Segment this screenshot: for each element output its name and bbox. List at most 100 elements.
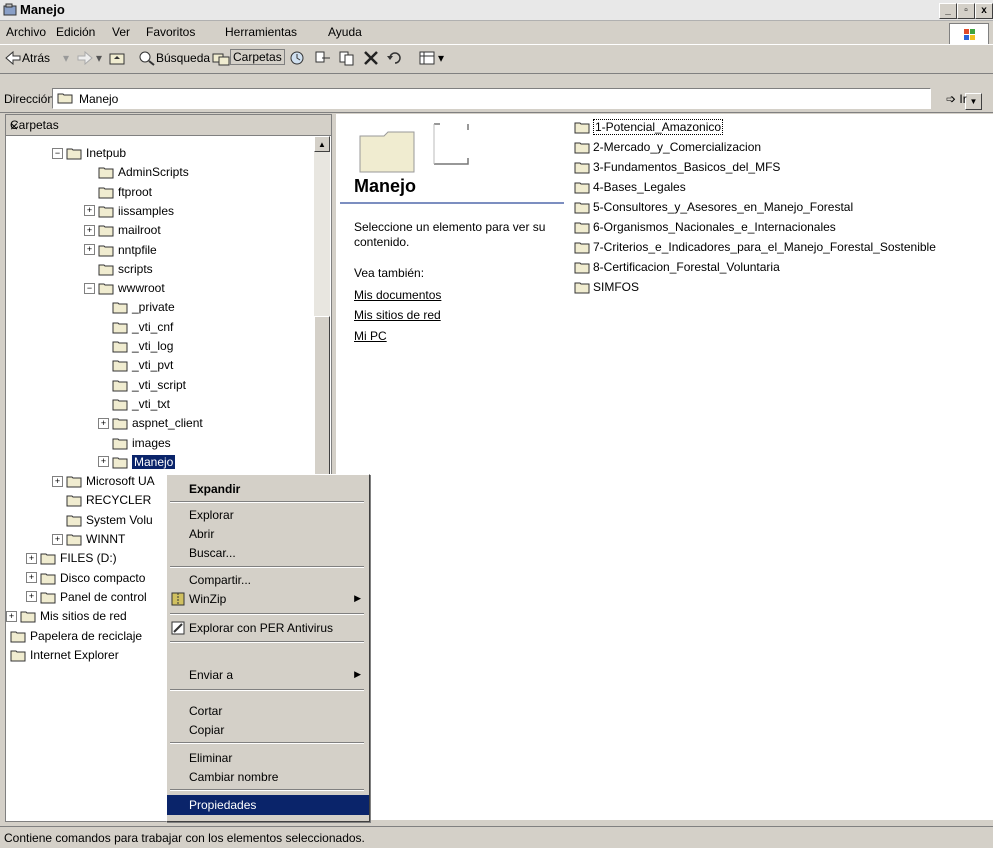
maximize-button[interactable]: ▫ bbox=[957, 3, 975, 19]
expand-toggle-icon[interactable]: + bbox=[98, 417, 109, 429]
tree-item[interactable]: + FILES (D:) bbox=[26, 548, 117, 568]
menu-item-expandir[interactable]: Expandir bbox=[167, 479, 369, 499]
tree-item[interactable]: Internet Explorer bbox=[10, 645, 119, 665]
tree-item[interactable]: RECYCLER bbox=[66, 490, 151, 510]
tree-item[interactable]: + iissamples bbox=[84, 201, 174, 221]
tree-item[interactable]: + Manejo bbox=[98, 452, 176, 472]
tree-item[interactable]: + Disco compacto bbox=[26, 568, 145, 588]
address-input[interactable]: Manejo ▼ bbox=[52, 88, 982, 110]
expand-toggle-icon[interactable]: + bbox=[84, 224, 95, 236]
file-item[interactable]: 5-Consultores_y_Asesores_en_Manejo_Fores… bbox=[574, 198, 853, 216]
tree-item[interactable]: _vti_script bbox=[112, 375, 186, 395]
menu-item-explorar-antivirus[interactable]: Explorar con PER Antivirus bbox=[167, 618, 369, 638]
menu-item-winzip[interactable]: WinZip ▶ bbox=[167, 589, 369, 609]
expandir-label: Expandir bbox=[189, 482, 241, 496]
views-icon[interactable] bbox=[418, 50, 436, 66]
file-item[interactable]: 2-Mercado_y_Comercializacion bbox=[574, 138, 761, 156]
menu-item-abrir[interactable]: Abrir bbox=[167, 524, 369, 544]
menu-item-enviar-a[interactable]: Enviar a ▶ bbox=[167, 665, 369, 685]
title-bar[interactable]: Manejo _ ▫ x bbox=[0, 0, 993, 21]
tree-item[interactable]: ftproot bbox=[98, 182, 152, 202]
menu-archivo[interactable]: Archivo bbox=[6, 25, 46, 39]
expand-toggle-icon[interactable]: + bbox=[26, 552, 37, 564]
menu-item-buscar[interactable]: Buscar... bbox=[167, 543, 369, 563]
expand-toggle-icon[interactable]: + bbox=[52, 475, 63, 487]
tree-item[interactable]: + nntpfile bbox=[84, 240, 157, 260]
scroll-up-button[interactable]: ▲ bbox=[314, 136, 330, 152]
tree-item[interactable]: scripts bbox=[98, 259, 153, 279]
tree-item[interactable]: + Panel de control bbox=[26, 587, 147, 607]
history-icon[interactable] bbox=[288, 50, 306, 66]
undo-icon[interactable] bbox=[386, 50, 404, 66]
folder-icon bbox=[574, 162, 590, 174]
expand-toggle-icon[interactable]: + bbox=[52, 533, 63, 545]
windows-logo-icon bbox=[949, 23, 989, 45]
menu-item-cortar[interactable]: Cortar bbox=[167, 701, 369, 721]
file-item[interactable]: 1-Potencial_Amazonico bbox=[574, 118, 724, 136]
file-item[interactable]: SIMFOS bbox=[574, 278, 639, 296]
up-folder-icon[interactable] bbox=[108, 50, 126, 66]
tree-item[interactable]: _vti_log bbox=[112, 336, 173, 356]
back-dropdown-icon[interactable]: ▾ bbox=[63, 51, 69, 65]
menu-favoritos[interactable]: Favoritos bbox=[146, 25, 195, 39]
menu-item-propiedades[interactable]: Propiedades bbox=[167, 795, 369, 815]
close-button[interactable]: x bbox=[975, 3, 993, 19]
folders-button[interactable]: Carpetas bbox=[230, 49, 285, 65]
tree-item[interactable]: _vti_txt bbox=[112, 394, 170, 414]
expand-toggle-icon[interactable]: + bbox=[98, 456, 109, 468]
tree-item[interactable]: − wwwroot bbox=[84, 278, 165, 298]
menu-item-copiar[interactable]: Copiar bbox=[167, 720, 369, 740]
tree-item[interactable]: − Inetpub bbox=[52, 143, 126, 163]
back-button[interactable]: Atrás bbox=[22, 51, 50, 65]
expand-toggle-icon[interactable]: + bbox=[84, 244, 95, 255]
search-button[interactable]: Búsqueda bbox=[156, 51, 210, 65]
folder-icon bbox=[112, 399, 128, 411]
menu-edicion[interactable]: Edición bbox=[56, 25, 95, 39]
tree-item[interactable]: images bbox=[112, 433, 171, 453]
tree-item[interactable]: AdminScripts bbox=[98, 162, 189, 182]
tree-item[interactable]: Papelera de reciclaje bbox=[10, 626, 142, 646]
tree-item[interactable]: _vti_cnf bbox=[112, 317, 173, 337]
tree-item[interactable]: System Volu bbox=[66, 510, 153, 530]
file-item[interactable]: 6-Organismos_Nacionales_e_Internacionale… bbox=[574, 218, 836, 236]
link-mis-sitios-de-red[interactable]: Mis sitios de red bbox=[354, 308, 441, 322]
tree-item[interactable]: + Mis sitios de red bbox=[6, 606, 127, 626]
tree-item-label: _vti_pvt bbox=[132, 358, 174, 373]
forward-dropdown-icon[interactable]: ▾ bbox=[96, 51, 102, 65]
menu-item-compartir[interactable]: Compartir... bbox=[167, 570, 369, 590]
file-item[interactable]: 3-Fundamentos_Basicos_del_MFS bbox=[574, 158, 780, 176]
expand-toggle-icon[interactable]: − bbox=[52, 147, 63, 159]
menu-ayuda[interactable]: Ayuda bbox=[328, 25, 362, 39]
expand-toggle-icon[interactable]: + bbox=[6, 610, 17, 622]
tree-item[interactable]: + mailroot bbox=[84, 220, 161, 240]
menu-item-cambiar-nombre[interactable]: Cambiar nombre bbox=[167, 767, 369, 787]
tree-item[interactable]: + Microsoft UA bbox=[52, 471, 155, 491]
tree-item[interactable]: _private bbox=[112, 297, 175, 317]
link-mi-pc[interactable]: Mi PC bbox=[354, 329, 387, 343]
tree-item[interactable]: + WINNT bbox=[52, 529, 125, 549]
tree-item[interactable]: _vti_pvt bbox=[112, 355, 173, 375]
expand-toggle-icon[interactable]: + bbox=[84, 205, 95, 217]
copy-to-icon[interactable] bbox=[338, 50, 356, 66]
move-to-icon[interactable] bbox=[314, 50, 332, 66]
menu-herramientas[interactable]: Herramientas bbox=[225, 25, 297, 39]
menu-item-eliminar[interactable]: Eliminar bbox=[167, 748, 369, 768]
expand-toggle-icon[interactable]: + bbox=[26, 572, 37, 584]
tree-item-label: nntpfile bbox=[118, 242, 157, 257]
tree-item[interactable]: + aspnet_client bbox=[98, 413, 203, 433]
file-item[interactable]: 4-Bases_Legales bbox=[574, 178, 686, 196]
file-item[interactable]: 7-Criterios_e_Indicadores_para_el_Manejo… bbox=[574, 238, 936, 256]
forward-arrow-icon[interactable] bbox=[76, 50, 94, 66]
go-button[interactable]: ➩ Ir bbox=[946, 92, 967, 106]
link-mis-documentos[interactable]: Mis documentos bbox=[354, 288, 441, 302]
delete-icon[interactable] bbox=[362, 50, 380, 66]
views-dropdown-icon[interactable]: ▾ bbox=[438, 51, 444, 65]
menu-ver[interactable]: Ver bbox=[112, 25, 130, 39]
minimize-button[interactable]: _ bbox=[939, 3, 957, 19]
menu-item-explorar[interactable]: Explorar bbox=[167, 505, 369, 525]
file-item[interactable]: 8-Certificacion_Forestal_Voluntaria bbox=[574, 258, 780, 276]
close-pane-button[interactable]: × bbox=[10, 118, 325, 134]
expand-toggle-icon[interactable]: − bbox=[84, 282, 95, 294]
expand-toggle-icon[interactable]: + bbox=[26, 591, 37, 603]
address-dropdown-button[interactable]: ▼ bbox=[965, 93, 982, 110]
